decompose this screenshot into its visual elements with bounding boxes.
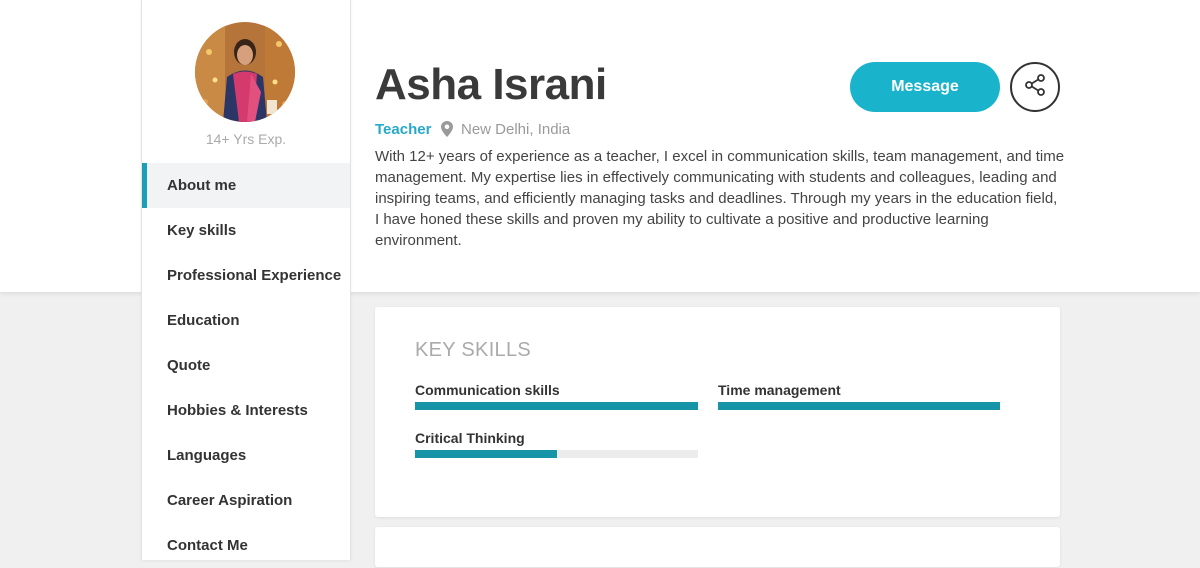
sidebar-item-education[interactable]: Education — [142, 298, 350, 343]
key-skills-title: KEY SKILLS — [415, 339, 532, 361]
profile-role: Teacher — [375, 121, 432, 138]
sidebar-item-key-skills[interactable]: Key skills — [142, 208, 350, 253]
skill-label: Time management — [718, 382, 841, 398]
next-section-card — [375, 527, 1060, 567]
skill-bar-fill — [718, 402, 1000, 410]
sidebar-nav: About me Key skills Professional Experie… — [142, 163, 350, 568]
sidebar-item-career-aspiration[interactable]: Career Aspiration — [142, 478, 350, 523]
about-text: With 12+ years of experience as a teache… — [375, 148, 1065, 249]
avatar — [195, 22, 295, 122]
experience-label: 14+ Yrs Exp. — [205, 131, 287, 147]
skill-bar-fill — [415, 402, 698, 410]
share-icon — [1023, 73, 1047, 102]
skill-item: Time management — [718, 380, 1000, 410]
skill-bar-track — [718, 402, 1000, 410]
skill-bar-track — [415, 450, 698, 458]
share-button[interactable] — [1010, 62, 1060, 112]
sidebar-item-hobbies-interests[interactable]: Hobbies & Interests — [142, 388, 350, 433]
sidebar: 14+ Yrs Exp. About me Key skills Profess… — [141, 0, 351, 560]
key-skills-card: KEY SKILLS Communication skills Time man… — [375, 307, 1060, 517]
skill-bar-track — [415, 402, 698, 410]
sidebar-item-quote[interactable]: Quote — [142, 343, 350, 388]
profile-name: Asha Israni — [375, 60, 607, 109]
sidebar-item-contact-me[interactable]: Contact Me — [142, 523, 350, 568]
skill-label: Critical Thinking — [415, 430, 525, 446]
skill-bar-fill — [415, 450, 557, 458]
sidebar-item-professional-experience[interactable]: Professional Experience — [142, 253, 350, 298]
profile-location: New Delhi, India — [461, 121, 571, 138]
skill-item: Communication skills — [415, 380, 698, 410]
skill-item: Critical Thinking — [415, 428, 698, 458]
location-pin-icon — [441, 121, 453, 142]
sidebar-item-languages[interactable]: Languages — [142, 433, 350, 478]
message-button[interactable]: Message — [850, 62, 1000, 112]
skill-label: Communication skills — [415, 382, 560, 398]
sidebar-item-about-me[interactable]: About me — [142, 163, 350, 208]
